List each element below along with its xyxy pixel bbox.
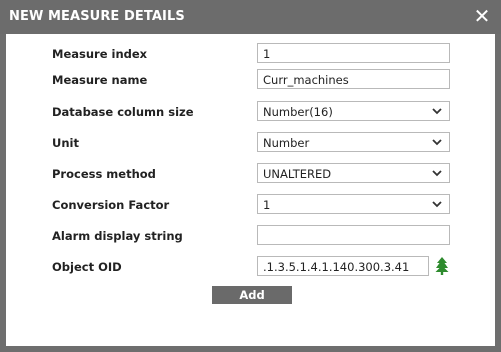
conversion-factor-value: 1 bbox=[263, 198, 271, 212]
row-process-method: Process method UNALTERED bbox=[6, 163, 495, 187]
measure-name-input[interactable]: Curr_machines bbox=[257, 69, 450, 89]
row-alarm-display-string: Alarm display string bbox=[6, 225, 495, 249]
database-column-size-select[interactable]: Number(16) bbox=[257, 101, 450, 121]
chevron-down-icon bbox=[432, 201, 442, 208]
alarm-display-string-label: Alarm display string bbox=[52, 229, 183, 243]
chevron-down-icon bbox=[432, 170, 442, 177]
alarm-display-string-input[interactable] bbox=[257, 225, 450, 245]
row-unit: Unit Number bbox=[6, 132, 495, 156]
unit-select[interactable]: Number bbox=[257, 132, 450, 152]
new-measure-dialog: NEW MEASURE DETAILS ✕ Measure index 1 Me… bbox=[0, 0, 501, 352]
dialog-titlebar: NEW MEASURE DETAILS ✕ bbox=[0, 0, 501, 34]
chevron-down-icon bbox=[432, 139, 442, 146]
tree-icon[interactable] bbox=[435, 257, 449, 275]
database-column-size-value: Number(16) bbox=[263, 105, 333, 119]
measure-name-label: Measure name bbox=[52, 73, 148, 87]
add-button[interactable]: Add bbox=[212, 286, 292, 304]
database-column-size-label: Database column size bbox=[52, 105, 194, 119]
unit-value: Number bbox=[263, 136, 310, 150]
close-icon[interactable]: ✕ bbox=[471, 5, 493, 27]
conversion-factor-label: Conversion Factor bbox=[52, 198, 170, 212]
row-object-oid: Object OID .1.3.5.1.4.1.140.300.3.41 bbox=[6, 256, 495, 280]
row-database-column-size: Database column size Number(16) bbox=[6, 101, 495, 125]
measure-index-label: Measure index bbox=[52, 47, 148, 61]
object-oid-label: Object OID bbox=[52, 260, 122, 274]
row-conversion-factor: Conversion Factor 1 bbox=[6, 194, 495, 218]
conversion-factor-select[interactable]: 1 bbox=[257, 194, 450, 214]
measure-index-input[interactable]: 1 bbox=[257, 43, 450, 63]
unit-label: Unit bbox=[52, 136, 79, 150]
dialog-content: Measure index 1 Measure name Curr_machin… bbox=[6, 34, 495, 346]
process-method-select[interactable]: UNALTERED bbox=[257, 163, 450, 183]
dialog-title: NEW MEASURE DETAILS bbox=[9, 9, 185, 24]
process-method-value: UNALTERED bbox=[263, 167, 332, 181]
object-oid-input[interactable]: .1.3.5.1.4.1.140.300.3.41 bbox=[257, 256, 429, 276]
row-measure-index: Measure index 1 bbox=[6, 43, 495, 67]
chevron-down-icon bbox=[432, 108, 442, 115]
process-method-label: Process method bbox=[52, 167, 156, 181]
row-measure-name: Measure name Curr_machines bbox=[6, 69, 495, 93]
